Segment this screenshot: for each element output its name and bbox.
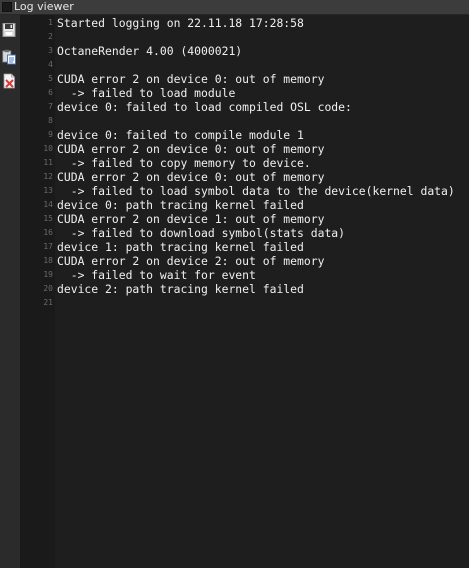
line-number: 17: [43, 242, 53, 251]
line-number: 13: [43, 186, 53, 195]
log-line: device 0: path tracing kernel failed: [57, 198, 304, 212]
line-number: 7: [48, 102, 53, 111]
log-line: CUDA error 2 on device 0: out of memory: [57, 142, 325, 156]
log-content[interactable]: Started logging on 22.11.18 17:28:58 Octa…: [57, 15, 469, 568]
log-line: device 2: path tracing kernel failed: [57, 282, 304, 296]
line-number: 21: [43, 298, 53, 307]
log-line: Started logging on 22.11.18 17:28:58: [57, 16, 304, 30]
log-line: -> failed to download symbol(stats data): [57, 226, 346, 240]
log-toolbar: [0, 15, 20, 568]
log-line: -> failed to load symbol data to the dev…: [57, 184, 455, 198]
log-line: CUDA error 2 on device 0: out of memory: [57, 72, 325, 86]
line-number: 2: [48, 32, 53, 41]
log-line: -> failed to copy memory to device.: [57, 156, 311, 170]
log-line: CUDA error 2 on device 1: out of memory: [57, 212, 325, 226]
line-number: 19: [43, 270, 53, 279]
line-number: 4: [48, 60, 53, 69]
line-number: 1: [48, 18, 53, 27]
line-number: 15: [43, 214, 53, 223]
save-icon: [2, 23, 16, 37]
line-number: 16: [43, 228, 53, 237]
line-number: 6: [48, 88, 53, 97]
copy-log-button[interactable]: [2, 49, 17, 65]
log-line: -> failed to wait for event: [57, 268, 256, 282]
clear-log-button[interactable]: [2, 73, 17, 89]
line-number: 12: [43, 172, 53, 181]
line-number: 8: [48, 116, 53, 125]
log-line: device 0: failed to load compiled OSL co…: [57, 100, 352, 114]
clear-icon: [3, 73, 15, 89]
log-line: CUDA error 2 on device 0: out of memory: [57, 170, 325, 184]
window-icon: [2, 2, 12, 12]
log-line: -> failed to load module: [57, 86, 236, 100]
log-text-area[interactable]: 1 2 3 4 5 6 7 8 9 10 11 12 13 14 15 16 17 18 19 20 21 Starte…: [20, 15, 469, 568]
line-number: 11: [43, 158, 53, 167]
line-number: 9: [48, 130, 53, 139]
log-line: OctaneRender 4.00 (4000021): [57, 44, 243, 58]
save-log-button[interactable]: [2, 22, 17, 38]
line-number: 20: [43, 284, 53, 293]
line-number: 14: [43, 200, 53, 209]
line-number-gutter: 1 2 3 4 5 6 7 8 9 10 11 12 13 14 15 16 17 18 19 20 21: [20, 15, 55, 568]
title-bar[interactable]: Log viewer: [0, 0, 469, 15]
line-number: 10: [43, 144, 53, 153]
line-number: 3: [48, 46, 53, 55]
copy-icon: [2, 49, 16, 65]
line-number: 5: [48, 74, 53, 83]
line-number: 18: [43, 256, 53, 265]
log-line: device 0: failed to compile module 1: [57, 128, 304, 142]
log-viewer-window: Log viewer 1 2 3 4 5 6 7 8 9 10 11 12 13…: [0, 0, 469, 568]
window-title: Log viewer: [14, 0, 74, 13]
log-line: CUDA error 2 on device 2: out of memory: [57, 254, 325, 268]
log-line: device 1: path tracing kernel failed: [57, 240, 304, 254]
